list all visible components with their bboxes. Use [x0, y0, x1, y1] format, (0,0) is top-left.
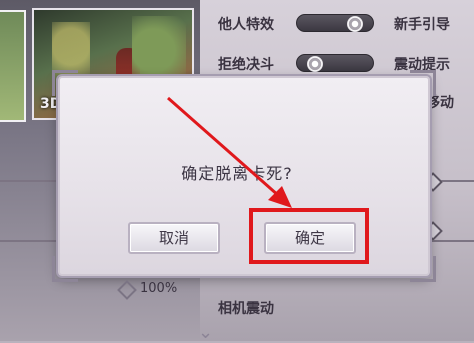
chevron-down-icon[interactable]: ⌄ — [198, 322, 213, 343]
annotation-highlight-box — [249, 208, 369, 264]
dialog-corner-ornament — [52, 70, 78, 96]
dialog-corner-ornament — [52, 256, 78, 282]
cancel-button[interactable]: 取消 — [128, 222, 220, 254]
setting-label-refuse-duel: 拒绝决斗 — [218, 57, 274, 73]
dialog-message: 确定脱离卡死? — [181, 164, 293, 183]
setting-label-tutorial: 新手引导 — [394, 17, 450, 33]
refuse-duel-toggle[interactable] — [296, 54, 374, 72]
setting-label-others-effects: 他人特效 — [218, 17, 274, 33]
zoom-value: 100% — [140, 281, 178, 296]
dialog-corner-ornament — [410, 256, 436, 282]
others-effects-toggle[interactable] — [296, 14, 374, 32]
scene-thumbnail-left[interactable] — [0, 10, 26, 122]
dialog-corner-ornament — [410, 70, 436, 96]
setting-label-camera-shake: 相机震动 — [218, 301, 274, 317]
toggle-knob[interactable] — [347, 16, 363, 32]
toggle-knob[interactable] — [307, 56, 323, 72]
